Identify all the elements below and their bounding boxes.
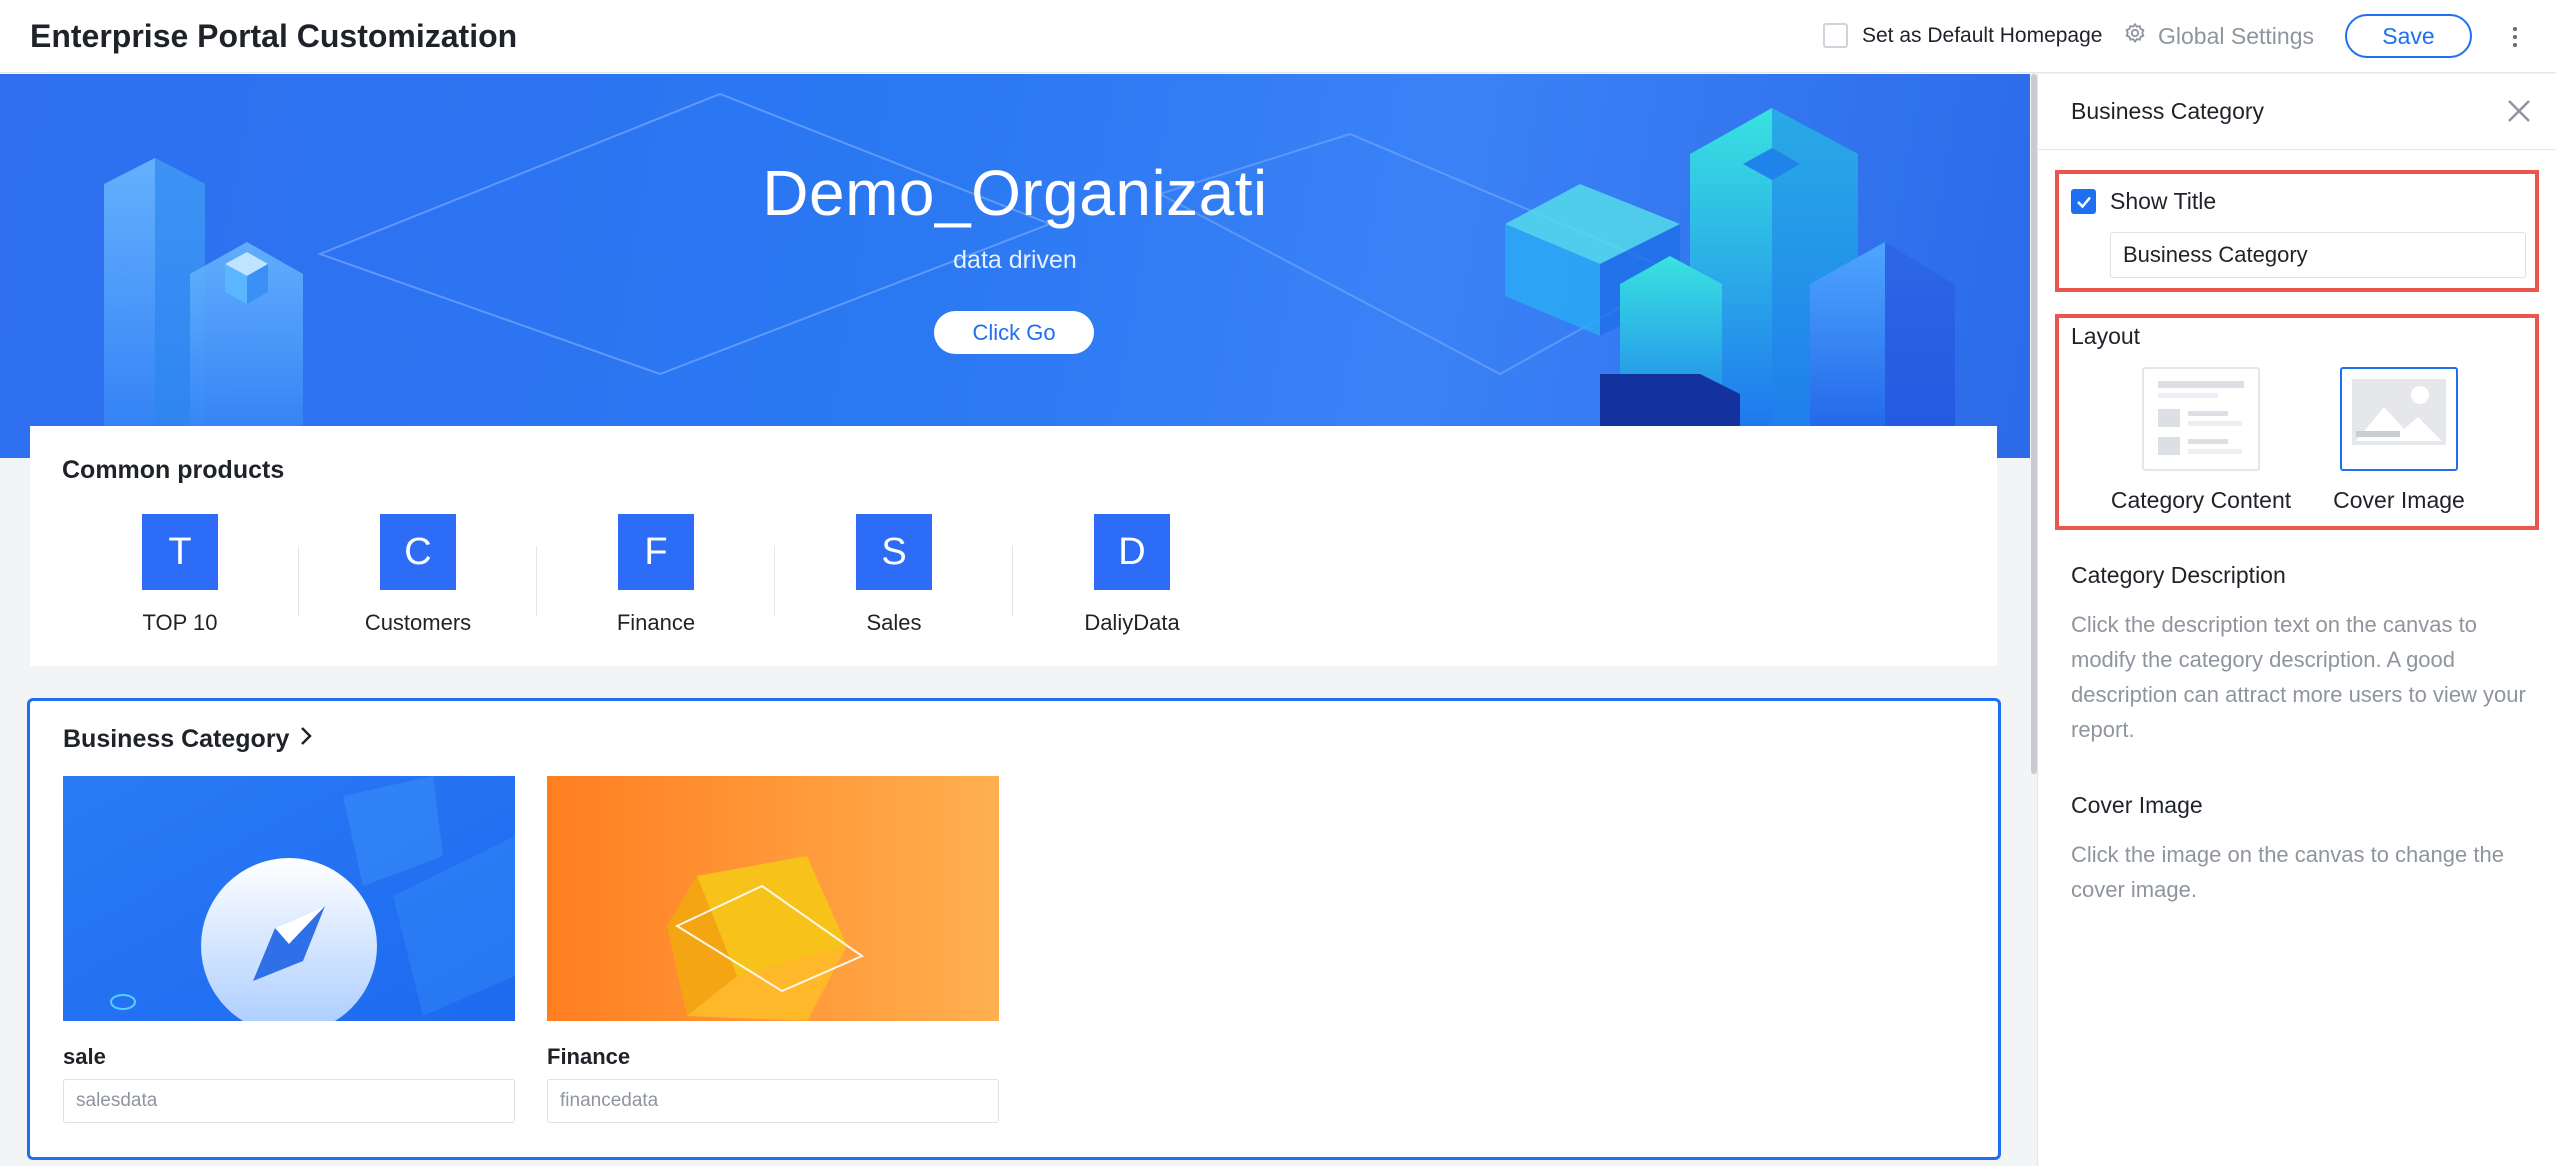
gear-icon [2124,22,2146,50]
product-finance[interactable]: F Finance [576,514,736,636]
more-options-icon[interactable] [2505,20,2525,54]
product-tile: S [856,514,932,590]
divider [536,546,537,616]
business-category-title-text: Business Category [63,725,290,753]
layout-option-category-content[interactable] [2142,367,2260,471]
product-tile: F [618,514,694,590]
common-products-card[interactable]: Common products T TOP 10 C Customers F F… [30,426,1997,666]
divider [1012,546,1013,616]
product-top10[interactable]: T TOP 10 [100,514,260,636]
chevron-right-icon [299,725,313,754]
product-label: TOP 10 [142,610,218,635]
layout-label-category-content[interactable]: Category Content [2108,487,2294,514]
sale-cover-image[interactable] [63,776,515,1021]
business-category-card[interactable]: Business Category sale salesdata Finance… [27,698,2001,1160]
top-bar: Enterprise Portal Customization Set as D… [0,0,2556,73]
product-customers[interactable]: C Customers [338,514,498,636]
show-title-toggle[interactable]: Show Title [2071,188,2216,215]
show-title-label: Show Title [2110,188,2217,214]
cover-image-heading: Cover Image [2071,792,2203,818]
default-homepage-toggle[interactable]: Set as Default Homepage [1823,23,2102,48]
panel-title: Business Category [2071,98,2265,124]
layout-option-cover-image[interactable] [2340,367,2458,471]
title-input[interactable] [2110,232,2526,278]
global-settings-button[interactable]: Global Settings [2124,22,2314,50]
layout-label-cover-image[interactable]: Cover Image [2306,487,2492,514]
hero-banner[interactable]: Demo_Organizati data driven Click Go [0,74,2030,458]
product-label: Customers [364,610,472,635]
hero-subtitle[interactable]: data driven [0,246,2030,275]
canvas-scrollbar[interactable] [2030,74,2037,1166]
settings-panel: Business Category Show Title Layout [2037,74,2556,1166]
common-products-title: Common products [62,456,285,484]
cover-image-text: Click the image on the canvas to change … [2071,842,2504,902]
product-label: Finance [616,610,696,635]
global-settings-label: Global Settings [2158,22,2314,49]
sale-description-input[interactable] [63,1079,515,1123]
default-homepage-label: Set as Default Homepage [1862,23,2103,47]
business-category-title[interactable]: Business Category [63,725,313,754]
product-label: DaliyData [1084,610,1180,635]
product-tile: C [380,514,456,590]
category-description-heading: Category Description [2071,562,2286,588]
product-sales[interactable]: S Sales [814,514,974,636]
default-homepage-checkbox[interactable] [1823,23,1848,48]
product-label: Sales [866,610,922,635]
divider [774,546,775,616]
panel-header: Business Category [2038,74,2556,150]
product-tile: D [1094,514,1170,590]
close-icon[interactable] [2504,96,2534,126]
product-daliydata[interactable]: D DaliyData [1052,514,1212,636]
finance-cover-image[interactable] [547,776,999,1021]
save-button[interactable]: Save [2345,14,2472,58]
product-tile: T [142,514,218,590]
finance-description-input[interactable] [547,1079,999,1123]
hero-title[interactable]: Demo_Organizati [0,156,2030,230]
portal-canvas: Demo_Organizati data driven Click Go Com… [0,74,2030,1166]
layout-heading: Layout [2071,323,2141,349]
click-go-button[interactable]: Click Go [934,311,1094,354]
category-description-text: Click the description text on the canvas… [2071,612,2526,742]
sale-category-name[interactable]: sale [63,1044,106,1070]
show-title-checkbox[interactable] [2071,189,2096,214]
finance-category-name[interactable]: Finance [547,1044,630,1070]
divider [298,546,299,616]
page-title: Enterprise Portal Customization [30,18,518,54]
